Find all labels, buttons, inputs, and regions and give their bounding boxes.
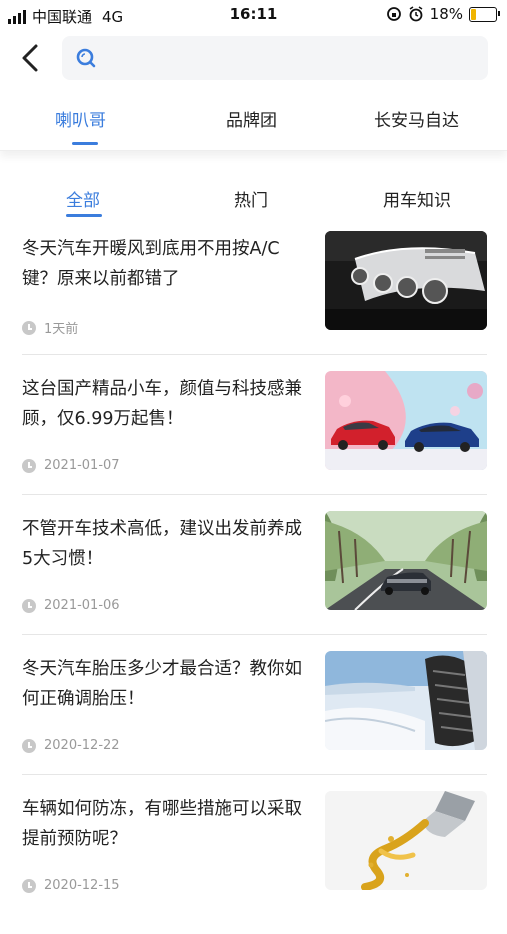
divider — [22, 774, 487, 775]
tab-pinpaituan[interactable]: 品牌团 — [226, 106, 277, 131]
article-meta: 2020-12-15 — [22, 878, 120, 893]
subtab-all[interactable]: 全部 — [66, 186, 100, 211]
divider — [22, 634, 487, 635]
clock-icon — [22, 878, 36, 893]
article-thumbnail-oil[interactable] — [325, 791, 487, 890]
article-item[interactable]: 车辆如何防冻，有哪些措施可以采取提前预防呢？ 2020-12-15 — [0, 791, 507, 934]
article-meta: 1天前 — [22, 318, 78, 337]
back-arrow-icon[interactable] — [16, 40, 46, 76]
article-title[interactable]: 冬天汽车开暖风到底用不用按A/C键？原来以前都错了 — [22, 234, 302, 294]
article-title[interactable]: 这台国产精品小车，颜值与科技感兼顾，仅6.99万起售！ — [22, 374, 302, 434]
article-title[interactable]: 冬天汽车胎压多少才最合适？教你如何正确调胎压！ — [22, 654, 302, 714]
article-thumbnail-dashboard[interactable] — [325, 231, 487, 330]
battery-percent: 18% — [429, 5, 463, 23]
tab-changan-mazda[interactable]: 长安马自达 — [374, 106, 459, 131]
top-tab-bar: 喇叭哥 品牌团 长安马自达 — [0, 84, 507, 151]
tab-labage[interactable]: 喇叭哥 — [55, 106, 106, 131]
clock-icon — [22, 320, 36, 335]
active-tab-indicator — [72, 142, 98, 145]
article-meta: 2021-01-07 — [22, 458, 120, 473]
article-title[interactable]: 车辆如何防冻，有哪些措施可以采取提前预防呢？ — [22, 794, 302, 854]
alarm-icon — [409, 6, 423, 22]
search-input[interactable] — [108, 47, 472, 69]
sub-tab-bar: 全部 热门 用车知识 — [0, 180, 507, 220]
article-item[interactable]: 冬天汽车开暖风到底用不用按A/C键？原来以前都错了 1天前 — [0, 231, 507, 374]
article-item[interactable]: 不管开车技术高低，建议出发前养成5大习惯！ 2021-01-06 — [0, 511, 507, 654]
search-box[interactable] — [62, 36, 488, 80]
battery-icon — [469, 6, 500, 22]
clock-icon — [22, 458, 36, 473]
article-thumbnail-road[interactable] — [325, 511, 487, 610]
article-date: 2021-01-07 — [44, 458, 120, 473]
divider — [22, 354, 487, 355]
search-icon — [76, 48, 96, 68]
article-date: 2020-12-22 — [44, 738, 120, 753]
article-thumbnail-snow-tire[interactable] — [325, 651, 487, 750]
clock-icon — [22, 738, 36, 753]
search-row — [0, 36, 507, 80]
article-thumbnail-cars[interactable] — [325, 371, 487, 470]
status-bar: 中国联通 4G 16:11 18% — [0, 0, 507, 30]
article-title[interactable]: 不管开车技术高低，建议出发前养成5大习惯！ — [22, 514, 302, 574]
divider — [22, 494, 487, 495]
article-item[interactable]: 这台国产精品小车，颜值与科技感兼顾，仅6.99万起售！ 2021-01-07 — [0, 371, 507, 514]
active-subtab-indicator — [66, 214, 102, 217]
lock-rotation-icon — [386, 7, 401, 21]
article-date: 1天前 — [44, 322, 79, 337]
article-meta: 2020-12-22 — [22, 738, 120, 753]
article-date: 2021-01-06 — [44, 598, 120, 613]
subtab-car-knowledge[interactable]: 用车知识 — [383, 186, 451, 211]
article-meta: 2021-01-06 — [22, 598, 120, 613]
article-item[interactable]: 冬天汽车胎压多少才最合适？教你如何正确调胎压！ 2020-12-22 — [0, 651, 507, 794]
subtab-hot[interactable]: 热门 — [234, 186, 268, 211]
clock-icon — [22, 598, 36, 613]
article-date: 2020-12-15 — [44, 878, 120, 893]
